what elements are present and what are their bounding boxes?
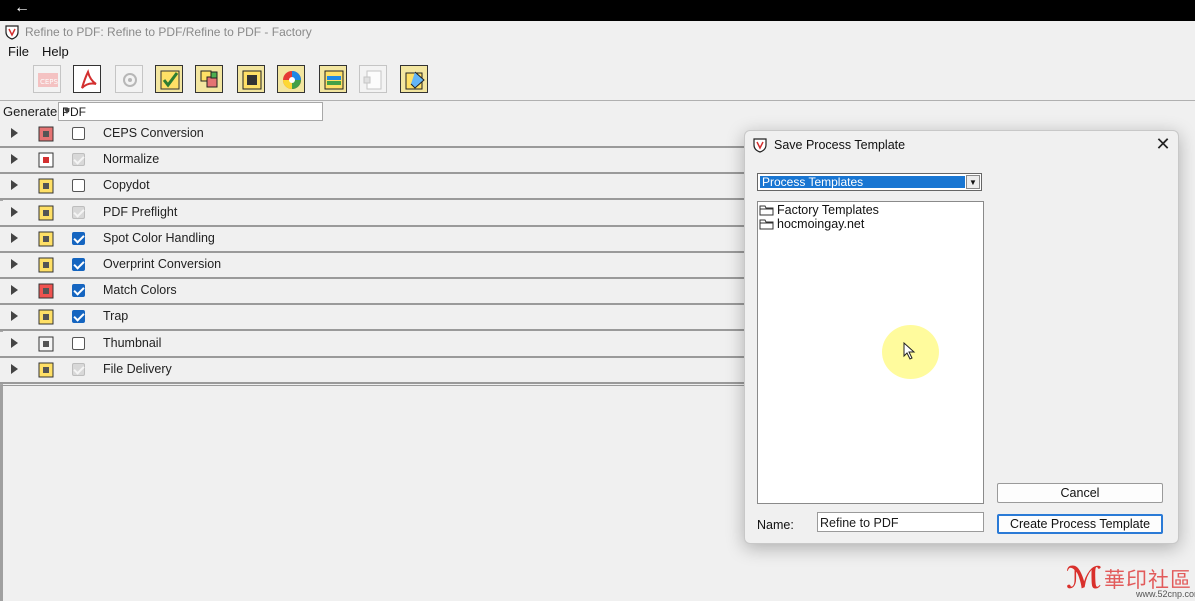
window-title: Refine to PDF: Refine to PDF/Refine to P… [25, 25, 312, 39]
expand-triangle-icon[interactable] [11, 180, 18, 191]
process-step-row[interactable]: Trap [0, 305, 744, 332]
process-step-row[interactable]: CEPS Conversion [0, 122, 744, 148]
step-label: Copydot [103, 178, 150, 193]
file-delivery-icon[interactable] [400, 65, 430, 95]
create-process-template-button[interactable]: Create Process Template [997, 514, 1163, 534]
empty-content-area [0, 385, 744, 601]
pdf-preflight-icon[interactable] [155, 65, 185, 95]
generate-select[interactable]: PDF ▼ [58, 102, 323, 121]
step-label: Trap [103, 309, 129, 324]
step-enable-checkbox[interactable] [72, 258, 85, 271]
trap-icon[interactable] [319, 65, 349, 95]
expand-triangle-icon[interactable] [11, 311, 18, 322]
menu-file[interactable]: File [8, 44, 29, 59]
preflight-icon [38, 205, 54, 221]
copydot-icon [38, 178, 54, 194]
step-label: Match Colors [103, 283, 177, 298]
match-colors-icon [38, 283, 54, 299]
trap-icon [38, 309, 54, 325]
generate-label: Generate [3, 104, 58, 119]
name-input-value: Refine to PDF [820, 516, 899, 530]
step-enable-checkbox[interactable] [72, 310, 85, 324]
video-top-bar: ← [0, 0, 1195, 21]
name-input[interactable]: Refine to PDF [817, 512, 984, 532]
expand-triangle-icon[interactable] [11, 337, 18, 348]
overprint-icon [38, 257, 54, 273]
save-process-template-dialog: Save Process Template ✕ Process Template… [744, 130, 1179, 544]
spot-color-icon [38, 231, 54, 247]
ceps-icon [38, 126, 54, 142]
step-label: Thumbnail [103, 335, 162, 350]
step-enable-checkbox [72, 205, 85, 219]
match-colors-icon[interactable] [277, 65, 307, 95]
step-label: Overprint Conversion [103, 257, 222, 271]
process-step-row[interactable]: Spot Color Handling [0, 226, 744, 253]
step-enable-checkbox[interactable] [72, 231, 85, 245]
expand-triangle-icon[interactable] [11, 259, 18, 269]
watermark-url: www.52cnp.com [1136, 589, 1195, 599]
menu-bar: File Help [0, 43, 1195, 61]
chevron-down-icon[interactable]: ▼ [966, 175, 980, 189]
app-shield-icon [753, 138, 767, 153]
name-label: Name: [757, 518, 794, 532]
expand-triangle-icon[interactable] [11, 154, 18, 165]
folder-icon [759, 219, 774, 230]
ceps-conversion-icon[interactable]: CEPS [33, 65, 63, 95]
step-label: PDF Preflight [103, 204, 178, 219]
expand-triangle-icon[interactable] [11, 128, 18, 138]
folder-icon [759, 205, 774, 216]
expand-triangle-icon[interactable] [11, 285, 18, 296]
process-step-row[interactable]: Match Colors [0, 279, 744, 306]
cancel-button[interactable]: Cancel [997, 483, 1163, 503]
step-enable-checkbox[interactable] [72, 127, 85, 140]
template-folder-list[interactable]: Factory Templates hocmoingay.net [757, 201, 984, 504]
overprint-conversion-icon[interactable] [237, 65, 267, 95]
step-enable-checkbox [72, 153, 85, 167]
svg-text:CEPS: CEPS [40, 78, 59, 86]
process-step-row[interactable]: File Delivery [0, 357, 744, 384]
process-step-row[interactable]: PDF Preflight [0, 200, 744, 227]
step-label: CEPS Conversion [103, 126, 204, 140]
expand-triangle-icon[interactable] [11, 363, 18, 374]
thumbnail-icon [38, 336, 54, 352]
thumbnail-icon[interactable] [359, 65, 389, 95]
step-enable-checkbox[interactable] [72, 179, 85, 193]
toolbar: CEPS [0, 61, 1195, 101]
step-label: Normalize [103, 152, 160, 167]
dialog-title: Save Process Template [774, 138, 906, 152]
step-label: File Delivery [103, 361, 172, 376]
watermark-glyph-icon: ℳ [1066, 561, 1102, 596]
process-step-row[interactable]: Copydot [0, 174, 744, 201]
step-enable-checkbox[interactable] [72, 336, 85, 350]
watermark-logo: ℳ 華印社區 www.52cnp.com [1066, 561, 1195, 601]
location-selected: Process Templates [760, 176, 965, 188]
step-label: Spot Color Handling [103, 230, 215, 245]
back-arrow-icon[interactable]: ← [14, 0, 30, 16]
process-step-row[interactable]: Normalize [0, 148, 744, 175]
menu-help[interactable]: Help [42, 44, 69, 59]
window-titlebar: Refine to PDF: Refine to PDF/Refine to P… [0, 21, 1195, 43]
app-shield-icon [5, 25, 19, 40]
close-icon[interactable]: ✕ [1153, 134, 1173, 154]
chevron-down-icon: ▼ [62, 106, 72, 117]
spot-color-handling-icon[interactable] [195, 65, 225, 95]
location-dropdown[interactable]: Process Templates ▼ [757, 173, 982, 191]
mouse-cursor-icon [903, 342, 916, 360]
folder-item[interactable]: hocmoingay.net [759, 217, 939, 231]
expand-triangle-icon[interactable] [11, 206, 18, 217]
pdf-icon [38, 152, 54, 168]
folder-item[interactable]: Factory Templates [759, 203, 939, 217]
step-enable-checkbox [72, 362, 85, 376]
normalize-icon[interactable] [73, 65, 103, 95]
folder-label: hocmoingay.net [777, 217, 865, 231]
process-step-row[interactable]: Overprint Conversion [0, 253, 744, 279]
copydot-icon[interactable] [115, 65, 145, 95]
expand-triangle-icon[interactable] [11, 232, 18, 243]
file-delivery-icon [38, 362, 54, 378]
folder-label: Factory Templates [777, 203, 879, 217]
process-step-row[interactable]: Thumbnail [0, 331, 744, 358]
step-enable-checkbox[interactable] [72, 284, 85, 298]
generate-row: Generate PDF ▼ [0, 101, 1195, 121]
